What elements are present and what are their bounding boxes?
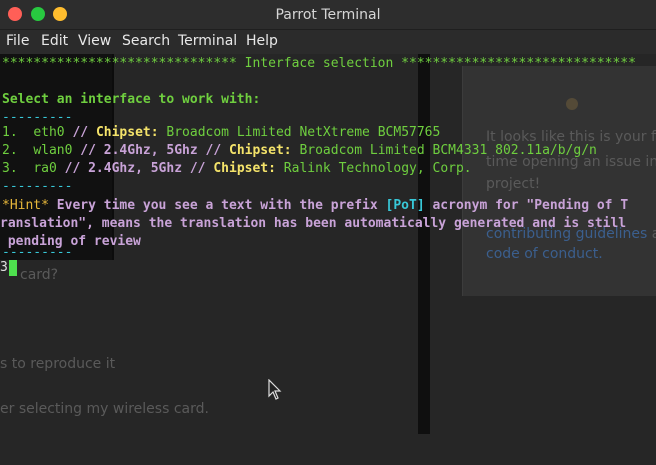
menu-terminal[interactable]: Terminal [178,33,237,49]
menu-edit[interactable]: Edit [41,33,68,49]
menu-search[interactable]: Search [122,33,170,49]
menu-file[interactable]: File [6,33,29,49]
window-title: Parrot Terminal [275,7,381,23]
background-link: code of conduct. [486,246,603,262]
text-cursor [9,260,17,276]
terminal-output[interactable]: It looks like this is your fi time openi… [0,54,656,465]
terminal-input[interactable]: 3 [0,259,8,277]
background-fragment: s to reproduce it [0,356,116,372]
background-fragment: card? [20,267,59,283]
background-emoji-icon [566,98,578,110]
hint-line: *Hint* Every time you see a text with th… [2,198,629,213]
hint-line: ranslation", means the translation has b… [0,216,627,231]
section-header: ****************************** Interface… [2,56,636,71]
menu-bar: File Edit View Search Terminal Help [0,30,656,54]
background-scrollbar [418,54,430,434]
interface-option: 2. wlan0 // 2.4Ghz, 5Ghz // Chipset: Bro… [2,143,597,158]
separator: --------- [2,179,73,194]
prompt-text: Select an interface to work with: [2,92,261,107]
interface-option: 1. eth0 // Chipset: Broadcom Limited Net… [2,125,441,140]
background-panel-line: project! [486,176,541,192]
title-bar: Parrot Terminal [0,0,656,30]
menu-view[interactable]: View [78,33,111,49]
mouse-pointer-icon [268,379,282,400]
interface-option: 3. ra0 // 2.4Ghz, 5Ghz // Chipset: Ralin… [2,161,472,176]
menu-help[interactable]: Help [246,33,278,49]
background-fragment: er selecting my wireless card. [0,401,209,417]
